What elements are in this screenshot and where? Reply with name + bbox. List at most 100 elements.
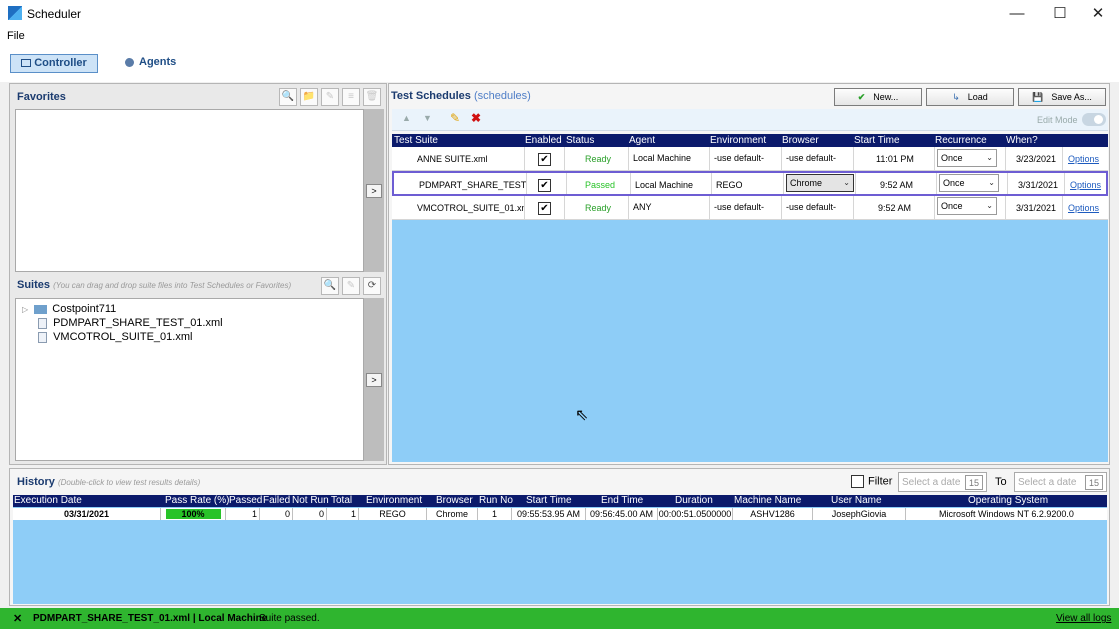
edit-favorite-button[interactable]: ✎ bbox=[321, 88, 339, 106]
col-operating-system[interactable]: Operating System bbox=[968, 495, 1048, 507]
refresh-icon: ⟳ bbox=[367, 280, 377, 291]
schedules-header: Test Schedules (schedules) bbox=[391, 90, 531, 102]
tab-agents[interactable]: Agents bbox=[125, 56, 176, 68]
row-environment[interactable]: -use default- bbox=[710, 147, 782, 170]
recurrence-value: Once bbox=[941, 153, 963, 163]
row-when[interactable]: 3/23/2021 bbox=[1006, 147, 1063, 170]
date-to-input[interactable]: Select a date 15 bbox=[1014, 472, 1107, 492]
col-machine-name[interactable]: Machine Name bbox=[734, 495, 801, 507]
col-duration[interactable]: Duration bbox=[675, 495, 713, 507]
col-user-name[interactable]: User Name bbox=[831, 495, 882, 507]
filter-checkbox[interactable] bbox=[851, 475, 864, 488]
tree-folder-costpoint[interactable]: ▷ Costpoint711 bbox=[22, 302, 116, 316]
minimize-button[interactable]: — bbox=[994, 0, 1040, 28]
recurrence-dropdown[interactable]: Once ⌄ bbox=[939, 174, 999, 192]
recurrence-dropdown[interactable]: Once ⌄ bbox=[937, 149, 997, 167]
browser-dropdown[interactable]: Chrome ⌄ bbox=[786, 174, 854, 192]
schedules-grid[interactable]: Test Suite Enabled Status Agent Environm… bbox=[392, 134, 1108, 462]
calendar-icon[interactable]: 15 bbox=[965, 475, 983, 490]
row-environment[interactable]: REGO bbox=[712, 173, 784, 194]
move-to-schedules-button[interactable]: > bbox=[366, 373, 382, 387]
save-as-button[interactable]: 💾 Save As... bbox=[1018, 88, 1106, 106]
schedule-row[interactable]: VMCOTROL_SUITE_01.xml ✔ Ready ANY -use d… bbox=[392, 196, 1108, 220]
row-when[interactable]: 3/31/2021 bbox=[1006, 196, 1063, 219]
move-down-icon[interactable]: ▼ bbox=[423, 113, 432, 123]
row-agent[interactable]: ANY bbox=[629, 196, 710, 219]
tab-controller[interactable]: Controller bbox=[10, 54, 98, 73]
col-browser[interactable]: Browser bbox=[436, 495, 473, 507]
col-pass-rate[interactable]: Pass Rate (%) bbox=[165, 495, 229, 507]
status-close-icon[interactable]: ✕ bbox=[13, 612, 22, 625]
favorites-list[interactable] bbox=[15, 109, 364, 272]
col-start-time[interactable]: Start Time bbox=[526, 495, 572, 507]
enabled-checkbox[interactable]: ✔ bbox=[538, 179, 551, 193]
folder-icon: 📁 bbox=[302, 91, 316, 102]
history-filter[interactable]: Filter bbox=[851, 475, 892, 488]
load-schedule-button[interactable]: ↳ Load bbox=[926, 88, 1014, 106]
history-row[interactable]: 03/31/2021 100% 1 0 0 1 REGO Chrome 1 09… bbox=[13, 508, 1107, 520]
tree-file-pdmpart[interactable]: PDMPART_SHARE_TEST_01.xml bbox=[38, 316, 223, 330]
col-execution-date[interactable]: Execution Date bbox=[14, 495, 82, 507]
edit-suite-button[interactable]: ✎ bbox=[342, 277, 360, 295]
row-suite: PDMPART_SHARE_TEST_01 bbox=[394, 173, 527, 194]
col-not-run[interactable]: Not Run bbox=[292, 495, 329, 507]
row-agent[interactable]: Local Machine bbox=[629, 147, 710, 170]
col-total[interactable]: Total bbox=[331, 495, 352, 507]
edit-pencil-icon[interactable]: ✎ bbox=[450, 111, 460, 125]
browser-value: Chrome bbox=[790, 178, 823, 188]
search-favorites-button[interactable]: 🔍 bbox=[279, 88, 297, 106]
col-agent[interactable]: Agent bbox=[629, 134, 655, 147]
delete-favorite-button[interactable]: 🗑 bbox=[363, 88, 381, 106]
col-browser[interactable]: Browser bbox=[782, 134, 819, 147]
options-link[interactable]: Options bbox=[1063, 196, 1108, 219]
row-when[interactable]: 3/31/2021 bbox=[1008, 173, 1065, 194]
calendar-icon[interactable]: 15 bbox=[1085, 475, 1103, 490]
expand-arrow-icon[interactable]: ▷ bbox=[22, 305, 28, 314]
col-test-suite[interactable]: Test Suite bbox=[394, 134, 438, 147]
row-agent[interactable]: Local Machine bbox=[631, 173, 712, 194]
tree-file-vmcotrol[interactable]: VMCOTROL_SUITE_01.xml bbox=[38, 330, 192, 344]
schedule-row-selected[interactable]: PDMPART_SHARE_TEST_01 ✔ Passed Local Mac… bbox=[392, 171, 1108, 196]
close-button[interactable]: ✕ bbox=[1075, 0, 1119, 28]
rename-favorite-button[interactable]: ≡ bbox=[342, 88, 360, 106]
new-schedule-button[interactable]: ✔ New... bbox=[834, 88, 922, 106]
row-browser[interactable]: -use default- bbox=[782, 196, 854, 219]
enabled-checkbox[interactable]: ✔ bbox=[538, 153, 551, 167]
delete-x-icon[interactable]: ✖ bbox=[471, 111, 481, 125]
row-browser[interactable]: -use default- bbox=[782, 147, 854, 170]
edit-mode-toggle[interactable] bbox=[1082, 113, 1106, 126]
col-end-time[interactable]: End Time bbox=[601, 495, 643, 507]
col-environment[interactable]: Environment bbox=[710, 134, 766, 147]
menu-file[interactable]: File bbox=[7, 30, 25, 42]
col-when[interactable]: When? bbox=[1006, 134, 1038, 147]
search-suites-button[interactable]: 🔍 bbox=[321, 277, 339, 295]
agents-icon bbox=[125, 57, 134, 67]
date-from-input[interactable]: Select a date 15 bbox=[898, 472, 987, 492]
move-up-icon[interactable]: ▲ bbox=[402, 113, 411, 123]
row-environment[interactable]: -use default- bbox=[710, 196, 782, 219]
suites-tree[interactable]: ▷ Costpoint711 PDMPART_SHARE_TEST_01.xml… bbox=[15, 298, 364, 461]
view-all-logs-link[interactable]: View all logs bbox=[1056, 613, 1111, 624]
row-start-time[interactable]: 9:52 AM bbox=[854, 196, 935, 219]
col-passed[interactable]: Passed bbox=[229, 495, 262, 507]
row-start-time[interactable]: 11:01 PM bbox=[854, 147, 935, 170]
schedule-row[interactable]: ANNE SUITE.xml ✔ Ready Local Machine -us… bbox=[392, 147, 1108, 171]
col-environment[interactable]: Environment bbox=[366, 495, 422, 507]
tree-folder-label: Costpoint711 bbox=[52, 303, 117, 315]
tree-file-label: VMCOTROL_SUITE_01.xml bbox=[53, 331, 193, 343]
history-grid[interactable]: Execution Date Pass Rate (%) Passed Fail… bbox=[13, 495, 1107, 604]
col-failed[interactable]: Failed bbox=[263, 495, 290, 507]
col-run-no[interactable]: Run No bbox=[479, 495, 513, 507]
col-start-time[interactable]: Start Time bbox=[854, 134, 900, 147]
move-to-favorites-button[interactable]: > bbox=[366, 184, 382, 198]
refresh-suites-button[interactable]: ⟳ bbox=[363, 277, 381, 295]
row-start-time[interactable]: 9:52 AM bbox=[856, 173, 937, 194]
options-link[interactable]: Options bbox=[1065, 173, 1108, 194]
col-status[interactable]: Status bbox=[566, 134, 594, 147]
col-recurrence[interactable]: Recurrence bbox=[935, 134, 987, 147]
folder-button[interactable]: 📁 bbox=[300, 88, 318, 106]
recurrence-dropdown[interactable]: Once ⌄ bbox=[937, 197, 997, 215]
col-enabled[interactable]: Enabled bbox=[525, 134, 562, 147]
options-link[interactable]: Options bbox=[1063, 147, 1108, 170]
enabled-checkbox[interactable]: ✔ bbox=[538, 202, 551, 216]
